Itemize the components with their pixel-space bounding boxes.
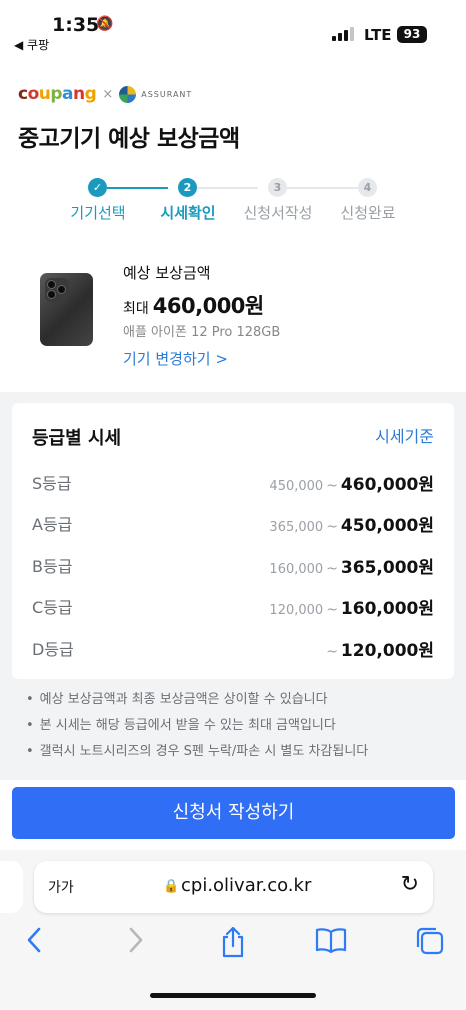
max-prefix: 최대 [123, 301, 149, 317]
share-icon[interactable] [219, 926, 247, 965]
forward-nav-icon[interactable] [126, 926, 146, 961]
step-connector [287, 187, 358, 189]
brand-separator: × [102, 86, 114, 102]
previous-tab-preview[interactable] [0, 861, 23, 913]
text-size-button[interactable]: 가가 [48, 877, 74, 897]
grade-label: A등급 [32, 515, 73, 534]
grade-range: 120,000 ~160,000원 [269, 599, 434, 619]
step-2-label: 시세확인 [160, 204, 216, 222]
notice-item: 갤럭시 노트시리즈의 경우 S펜 누락/파손 시 별도 차감됩니다 [26, 742, 369, 768]
price-criteria-link[interactable]: 시세기준 [375, 423, 434, 447]
notice-list: 예상 보상금액과 최종 보상금액은 상이할 수 있습니다 본 시세는 해당 등급… [26, 690, 369, 768]
grade-row: B등급 160,000 ~365,000원 [32, 553, 434, 578]
url-text[interactable]: cpi.olivar.co.kr [181, 875, 311, 896]
grade-row: C등급 120,000 ~160,000원 [32, 594, 434, 619]
step-4-label: 신청완료 [340, 204, 396, 222]
back-nav-icon[interactable] [24, 926, 44, 961]
change-device-link[interactable]: 기기 변경하기 > [123, 348, 228, 369]
device-model: 애플 아이폰 12 Pro 128GB [123, 325, 281, 340]
step-1-label: 기기선택 [70, 204, 126, 222]
assurant-logo-icon [119, 85, 137, 103]
clock: 1:35 [52, 14, 100, 36]
grade-price-card: 등급별 시세 시세기준 S등급 450,000 ~460,000원 A등급 365… [12, 403, 454, 679]
grade-row: S등급 450,000 ~460,000원 [32, 470, 434, 495]
silent-bell-icon: 🔕 [96, 16, 114, 32]
back-to-app-link[interactable]: ◀ 쿠팡 [14, 36, 49, 53]
step-2-indicator: 2 [178, 178, 197, 197]
step-connector [107, 187, 168, 189]
status-bar: 1:35 🔕 ◀ 쿠팡 LTE 93 [0, 0, 466, 56]
grade-label: B등급 [32, 557, 73, 576]
grade-row: D등급 ~120,000원 [32, 636, 434, 661]
signal-icon [332, 27, 354, 41]
grade-range: 450,000 ~460,000원 [269, 475, 434, 495]
grade-range: 365,000 ~450,000원 [269, 516, 434, 536]
estimate-label: 예상 보상금액 [123, 264, 211, 282]
app-page: 1:35 🔕 ◀ 쿠팡 LTE 93 coupang × ASSURANT 중고… [0, 0, 466, 1010]
grade-range: 160,000 ~365,000원 [269, 558, 434, 578]
address-bar[interactable]: 가가 🔒 cpi.olivar.co.kr ↻ [34, 861, 433, 913]
home-indicator [150, 993, 316, 998]
battery-icon: 93 [397, 26, 427, 43]
page-title: 중고기기 예상 보상금액 [18, 126, 240, 152]
lock-icon: 🔒 [163, 879, 180, 894]
notice-item: 예상 보상금액과 최종 보상금액은 상이할 수 있습니다 [26, 690, 368, 716]
device-image [40, 273, 93, 346]
coupang-logo: coupang [18, 84, 97, 104]
max-price-value: 460,000원 [152, 294, 264, 318]
grade-row: A등급 365,000 ~450,000원 [32, 511, 434, 536]
tabs-icon[interactable] [415, 926, 445, 963]
grade-label: D등급 [32, 640, 74, 659]
card-title: 등급별 시세 [32, 428, 122, 449]
write-application-button[interactable]: 신청서 작성하기 [12, 787, 455, 839]
network-type: LTE [364, 26, 392, 44]
max-price: 최대 460,000원 [123, 290, 264, 320]
brand-header: coupang × ASSURANT [18, 84, 192, 104]
grade-range: ~120,000원 [326, 641, 434, 661]
step-connector [197, 187, 258, 189]
reload-icon[interactable]: ↻ [401, 872, 419, 897]
step-1-check-icon: ✓ [88, 178, 107, 197]
notice-item: 본 시세는 해당 등급에서 받을 수 있는 최대 금액입니다 [26, 716, 368, 742]
grade-label: C등급 [32, 598, 73, 617]
grade-label: S등급 [32, 474, 72, 493]
step-3-indicator: 3 [268, 178, 287, 197]
assurant-wordmark: ASSURANT [141, 89, 193, 99]
step-4-indicator: 4 [358, 178, 377, 197]
step-3-label: 신청서작성 [243, 204, 313, 222]
bookmarks-icon[interactable] [315, 926, 347, 961]
